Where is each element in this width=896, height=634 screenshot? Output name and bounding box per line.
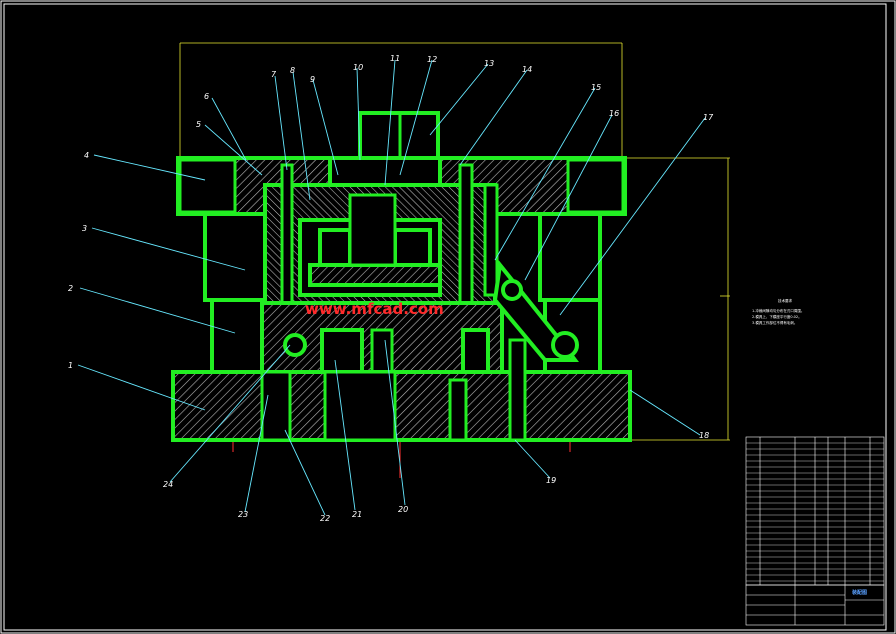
- part-label: 13: [484, 59, 494, 68]
- part-label: 12: [427, 55, 437, 64]
- part-label: 16: [609, 109, 619, 118]
- part-label: 19: [546, 476, 556, 485]
- part-label: 23: [238, 510, 248, 519]
- part-label: 21: [352, 510, 362, 519]
- part-label: 7: [271, 70, 277, 79]
- part-label: 4: [84, 151, 89, 160]
- part-label: 18: [699, 431, 709, 440]
- part-label: 9: [310, 75, 315, 84]
- part-label: 3: [82, 224, 87, 233]
- watermark: www.mfcad.com: [305, 300, 444, 318]
- part-label: 2: [68, 284, 73, 293]
- cad-drawing: www.mfcad.com 1 2 3 4 5 6 7 8 9 10 11 12…: [0, 0, 896, 634]
- part-label: 15: [591, 83, 601, 92]
- part-label: 14: [522, 65, 532, 74]
- note-line: 3.模具工作部位不得有毛刺。: [752, 320, 797, 325]
- technical-notes: 技术要求 1.冲裁间隙均匀分布在刃口周围。 2.模具上、下模座平行度0.02。 …: [752, 298, 804, 325]
- part-label: 1: [68, 361, 73, 370]
- note-line: 2.模具上、下模座平行度0.02。: [752, 314, 802, 319]
- part-label: 5: [196, 120, 201, 129]
- notes-title: 技术要求: [778, 298, 792, 303]
- title-block-name: 装配图: [851, 589, 867, 596]
- part-label: 20: [398, 505, 408, 514]
- note-line: 1.冲裁间隙均匀分布在刃口周围。: [752, 308, 804, 313]
- part-label: 11: [390, 54, 400, 63]
- part-label: 22: [320, 514, 330, 523]
- part-label: 10: [353, 63, 363, 72]
- part-label: 6: [204, 92, 209, 101]
- part-label: 8: [290, 66, 295, 75]
- part-label: 17: [703, 113, 714, 122]
- part-label: 24: [163, 480, 173, 489]
